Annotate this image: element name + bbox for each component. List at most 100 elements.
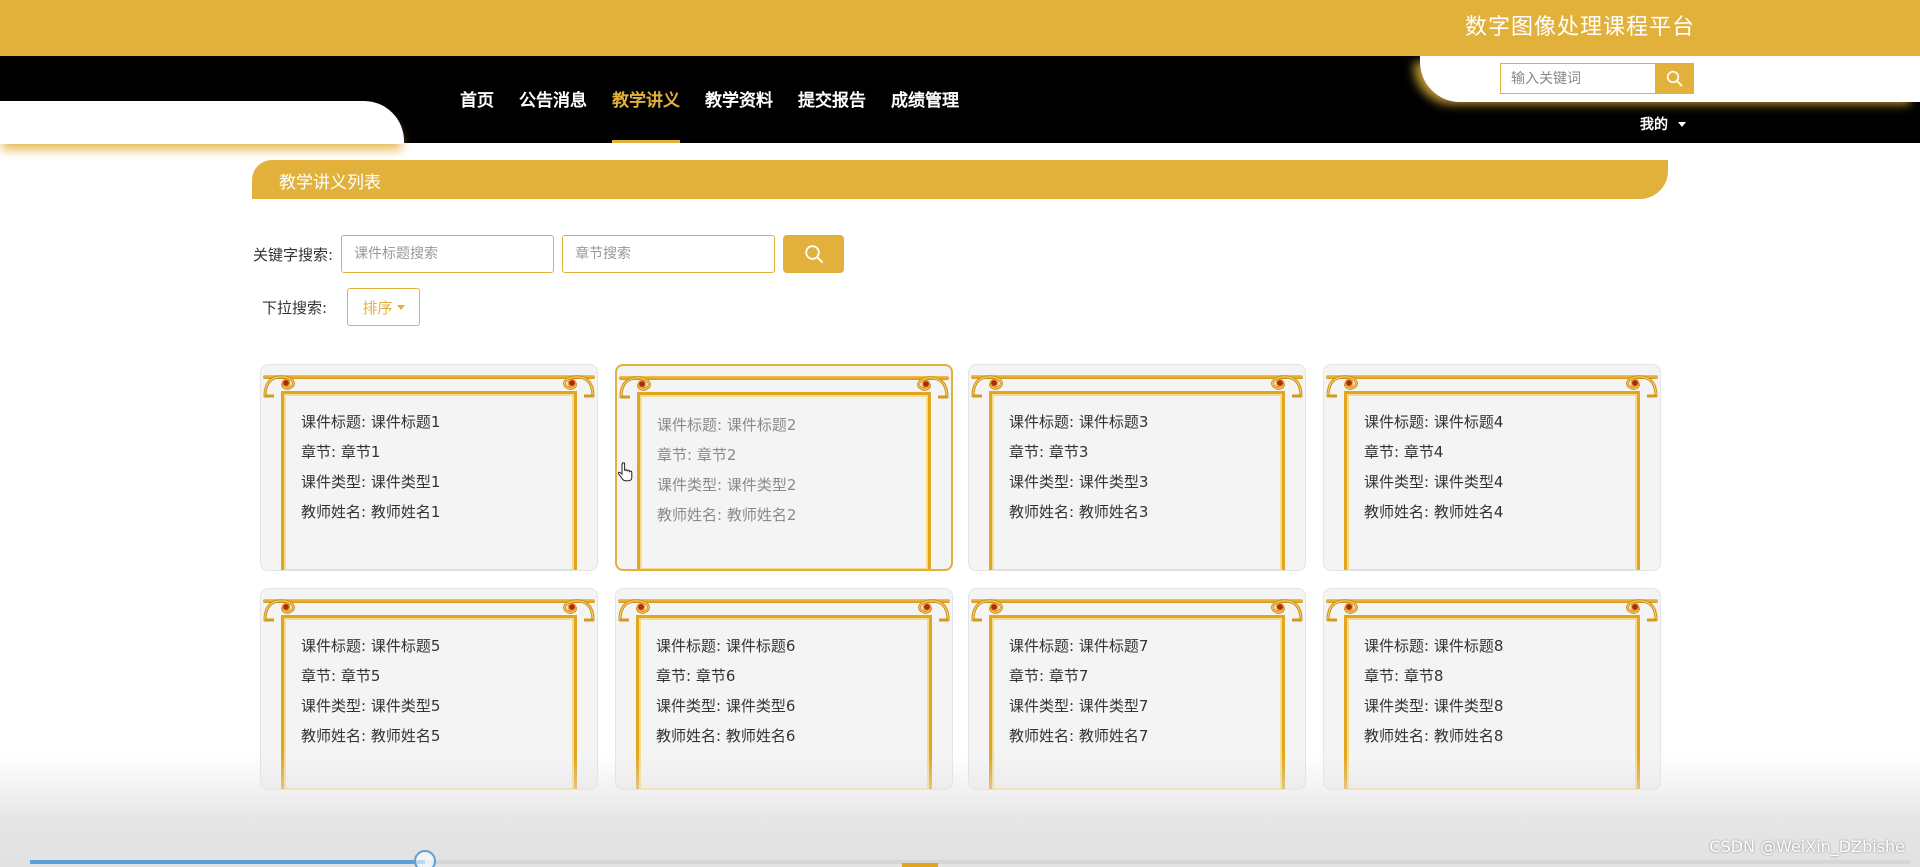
nav-item-lecture-notes[interactable]: 教学讲义 xyxy=(612,56,680,143)
card-field-title: 课件标题: 课件标题4 xyxy=(1364,413,1504,431)
scroll-rod xyxy=(971,599,1303,603)
lecture-card-4[interactable]: 课件标题: 课件标题4 章节: 章节4 课件类型: 课件类型4 教师姓名: 教师姓名4 xyxy=(1323,364,1661,571)
ornament-left-icon xyxy=(1325,372,1363,400)
card-field-type: 课件类型: 课件类型4 xyxy=(1364,473,1504,491)
card-field-chapter: 章节: 章节3 xyxy=(1009,443,1089,461)
card-field-teacher: 教师姓名: 教师姓名1 xyxy=(301,503,441,521)
nav-item-home[interactable]: 首页 xyxy=(460,56,494,143)
card-field-title: 课件标题: 课件标题8 xyxy=(1364,637,1504,655)
card-field-title: 课件标题: 课件标题1 xyxy=(301,413,441,431)
card-field-chapter: 章节: 章节5 xyxy=(301,667,381,685)
header-decoration-left xyxy=(0,101,404,144)
card-details: 课件标题: 课件标题4 章节: 章节4 课件类型: 课件类型4 教师姓名: 教师姓名4 xyxy=(1364,407,1503,527)
ornament-right-icon xyxy=(913,596,951,624)
card-field-chapter: 章节: 章节1 xyxy=(301,443,381,461)
card-details: 课件标题: 课件标题6 章节: 章节6 课件类型: 课件类型6 教师姓名: 教师姓名6 xyxy=(656,631,795,751)
card-field-type: 课件类型: 课件类型6 xyxy=(656,697,796,715)
scroll-rod xyxy=(971,375,1303,379)
nav-item-materials[interactable]: 教学资料 xyxy=(705,56,773,143)
card-field-type: 课件类型: 课件类型2 xyxy=(657,476,797,494)
search-icon xyxy=(804,245,823,263)
keyword-filter-row: 关键字搜索: xyxy=(253,235,845,273)
card-field-title: 课件标题: 课件标题6 xyxy=(656,637,796,655)
watermark: CSDN @WeiXin_DZbishe xyxy=(1709,837,1905,856)
user-menu[interactable]: 我的 xyxy=(1640,114,1686,134)
card-details: 课件标题: 课件标题1 章节: 章节1 课件类型: 课件类型1 教师姓名: 教师姓名1 xyxy=(301,407,440,527)
ornament-left-icon xyxy=(1325,596,1363,624)
chevron-down-icon xyxy=(1678,121,1686,127)
card-field-chapter: 章节: 章节8 xyxy=(1364,667,1444,685)
lecture-card-7[interactable]: 课件标题: 课件标题7 章节: 章节7 课件类型: 课件类型7 教师姓名: 教师姓名7 xyxy=(968,588,1306,790)
card-field-type: 课件类型: 课件类型8 xyxy=(1364,697,1504,715)
card-field-chapter: 章节: 章节2 xyxy=(657,446,737,464)
card-details: 课件标题: 课件标题7 章节: 章节7 课件类型: 课件类型7 教师姓名: 教师姓名7 xyxy=(1009,631,1148,751)
header-search-input[interactable] xyxy=(1500,63,1655,94)
lecture-card-6[interactable]: 课件标题: 课件标题6 章节: 章节6 课件类型: 课件类型6 教师姓名: 教师姓名6 xyxy=(615,588,953,790)
card-field-teacher: 教师姓名: 教师姓名7 xyxy=(1009,727,1149,745)
card-field-title: 课件标题: 课件标题2 xyxy=(657,416,797,434)
ornament-left-icon xyxy=(262,596,300,624)
card-field-title: 课件标题: 课件标题5 xyxy=(301,637,441,655)
header-search xyxy=(1500,63,1694,94)
card-field-teacher: 教师姓名: 教师姓名4 xyxy=(1364,503,1504,521)
page: 数字图像处理课程平台 首页 公告消息 教学讲义 教学资料 提交报告 成绩管理 我… xyxy=(0,0,1920,867)
card-field-type: 课件类型: 课件类型3 xyxy=(1009,473,1149,491)
ornament-right-icon xyxy=(1266,596,1304,624)
progress-marker xyxy=(902,863,938,867)
lecture-card-3[interactable]: 课件标题: 课件标题3 章节: 章节3 课件类型: 课件类型3 教师姓名: 教师姓名3 xyxy=(968,364,1306,571)
ornament-left-icon xyxy=(970,596,1008,624)
card-field-title: 课件标题: 课件标题7 xyxy=(1009,637,1149,655)
video-progress-handle[interactable] xyxy=(413,850,436,867)
ornament-left-icon xyxy=(617,596,655,624)
top-bar: 数字图像处理课程平台 xyxy=(0,0,1920,56)
chapter-search-input[interactable] xyxy=(562,235,776,273)
section-banner: 教学讲义列表 xyxy=(252,160,1668,199)
user-menu-label: 我的 xyxy=(1640,117,1668,133)
ornament-left-icon xyxy=(618,373,656,401)
lecture-card-8[interactable]: 课件标题: 课件标题8 章节: 章节8 课件类型: 课件类型8 教师姓名: 教师姓名8 xyxy=(1323,588,1661,790)
lecture-card-5[interactable]: 课件标题: 课件标题5 章节: 章节5 课件类型: 课件类型5 教师姓名: 教师姓名5 xyxy=(260,588,598,790)
card-field-chapter: 章节: 章节7 xyxy=(1009,667,1089,685)
card-field-teacher: 教师姓名: 教师姓名3 xyxy=(1009,503,1149,521)
lecture-card-2[interactable]: 课件标题: 课件标题2 章节: 章节2 课件类型: 课件类型2 教师姓名: 教师姓名2 xyxy=(615,364,953,571)
ornament-right-icon xyxy=(558,372,596,400)
nav-item-submit-report[interactable]: 提交报告 xyxy=(798,56,866,143)
card-field-type: 课件类型: 课件类型1 xyxy=(301,473,441,491)
card-field-type: 课件类型: 课件类型7 xyxy=(1009,697,1149,715)
nav-item-grades[interactable]: 成绩管理 xyxy=(891,56,959,143)
title-search-input[interactable] xyxy=(341,235,555,273)
sort-dropdown-label: 排序 xyxy=(362,298,393,317)
card-field-teacher: 教师姓名: 教师姓名2 xyxy=(657,506,797,524)
main-nav: 首页 公告消息 教学讲义 教学资料 提交报告 成绩管理 xyxy=(460,56,959,143)
video-progress-fill xyxy=(30,860,425,864)
scroll-rod xyxy=(1326,599,1658,603)
card-field-title: 课件标题: 课件标题3 xyxy=(1009,413,1149,431)
keyword-filter-label: 关键字搜索: xyxy=(253,245,334,264)
ornament-right-icon xyxy=(1621,596,1659,624)
sort-dropdown[interactable]: 排序 xyxy=(347,288,421,326)
ornament-left-icon xyxy=(970,372,1008,400)
dropdown-filter-label: 下拉搜索: xyxy=(262,298,328,317)
card-field-type: 课件类型: 课件类型5 xyxy=(301,697,441,715)
filter-search-button[interactable] xyxy=(783,235,845,273)
site-title: 数字图像处理课程平台 xyxy=(1464,15,1695,40)
card-field-chapter: 章节: 章节6 xyxy=(656,667,736,685)
ornament-right-icon xyxy=(1266,372,1304,400)
card-details: 课件标题: 课件标题8 章节: 章节8 课件类型: 课件类型8 教师姓名: 教师姓名8 xyxy=(1364,631,1503,751)
scroll-rod xyxy=(619,376,949,380)
nav-item-announcements[interactable]: 公告消息 xyxy=(519,56,587,143)
card-field-teacher: 教师姓名: 教师姓名6 xyxy=(656,727,796,745)
card-field-teacher: 教师姓名: 教师姓名8 xyxy=(1364,727,1504,745)
chevron-down-icon xyxy=(396,304,405,310)
mouse-cursor-icon xyxy=(617,462,633,482)
search-icon xyxy=(1666,70,1683,87)
scroll-rod xyxy=(263,599,595,603)
card-details: 课件标题: 课件标题3 章节: 章节3 课件类型: 课件类型3 教师姓名: 教师姓名3 xyxy=(1009,407,1148,527)
scroll-rod xyxy=(263,375,595,379)
dropdown-filter-row: 下拉搜索: 排序 xyxy=(262,288,421,326)
video-progress-bar[interactable] xyxy=(30,850,1910,867)
header-search-button[interactable] xyxy=(1655,63,1694,94)
lecture-card-1[interactable]: 课件标题: 课件标题1 章节: 章节1 课件类型: 课件类型1 教师姓名: 教师姓名1 xyxy=(260,364,598,571)
ornament-right-icon xyxy=(558,596,596,624)
ornament-right-icon xyxy=(1621,372,1659,400)
